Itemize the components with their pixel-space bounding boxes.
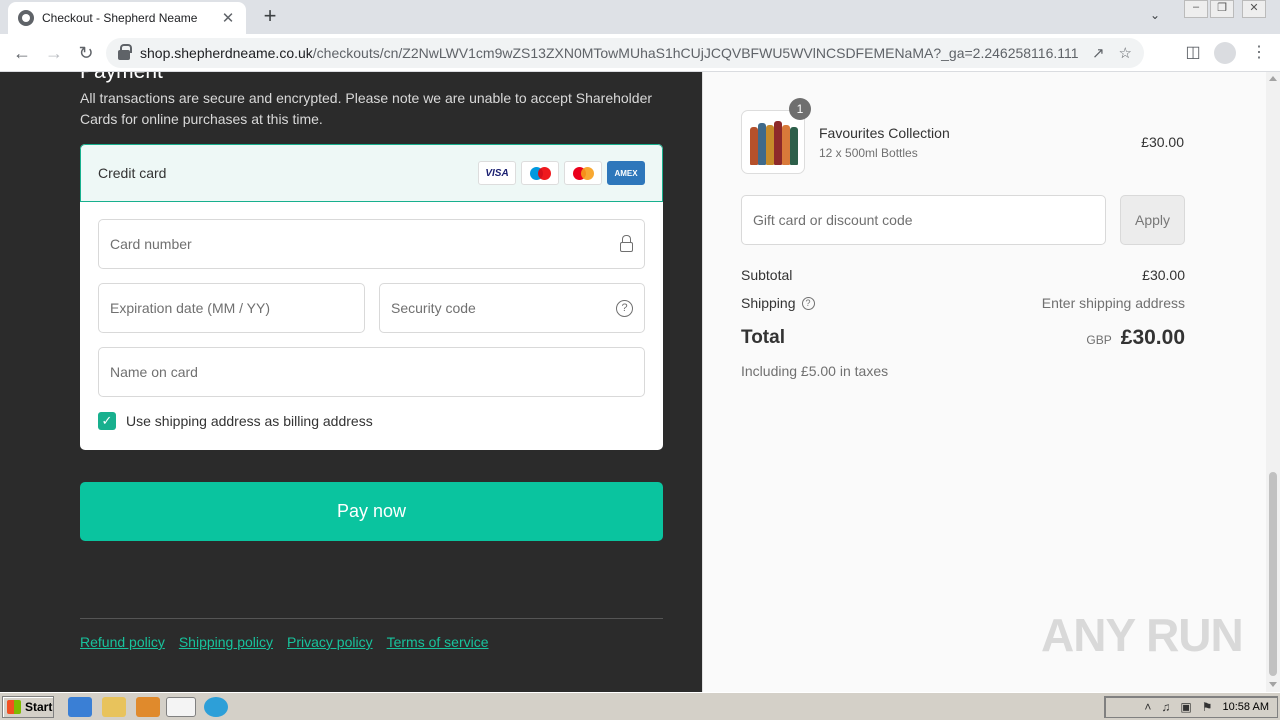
globe-icon (18, 10, 34, 26)
pay-now-button[interactable]: Pay now (80, 482, 663, 541)
name-on-card-field[interactable]: Name on card (98, 347, 645, 397)
refund-policy-link[interactable]: Refund policy (80, 634, 165, 650)
shipping-label-wrap: Shipping ? (741, 295, 815, 311)
subtotal-row: Subtotal £30.00 (741, 267, 1185, 283)
address-bar[interactable]: shop.shepherdneame.co.uk/checkouts/cn/Z2… (106, 38, 1144, 68)
total-label: Total (741, 327, 785, 348)
expiration-placeholder: Expiration date (MM / YY) (110, 300, 271, 316)
security-code-field[interactable]: Security code ? (379, 283, 645, 333)
payment-heading: Payment (80, 72, 163, 84)
forward-icon[interactable]: → (42, 41, 66, 65)
reload-icon[interactable]: ↻ (74, 41, 98, 65)
volume-icon[interactable]: ♫ (1161, 700, 1170, 714)
lock-icon[interactable] (118, 44, 132, 60)
payment-description: All transactions are secure and encrypte… (80, 90, 653, 127)
shipping-policy-link[interactable]: Shipping policy (179, 634, 273, 650)
total-value: £30.00 (1120, 326, 1185, 349)
credit-card-option[interactable]: Credit card VISA AMEX (80, 144, 663, 202)
expiration-date-field[interactable]: Expiration date (MM / YY) (98, 283, 365, 333)
discount-code-input[interactable]: Gift card or discount code (741, 195, 1106, 245)
start-label: Start (25, 700, 53, 714)
side-panel-icon[interactable]: ◫ (1182, 42, 1204, 64)
total-row: Total GBP £30.00 (741, 326, 1185, 350)
billing-address-label[interactable]: Use shipping address as billing address (126, 413, 373, 429)
subtotal-label: Subtotal (741, 267, 793, 283)
media-player-icon[interactable] (136, 697, 160, 717)
billing-address-checkbox-row[interactable]: ✓ Use shipping address as billing addres… (98, 412, 373, 430)
total-currency: GBP (1086, 333, 1112, 347)
subtotal-value: £30.00 (1142, 267, 1185, 283)
credit-card-label: Credit card (98, 165, 167, 181)
file-explorer-icon[interactable] (102, 697, 126, 717)
minimize-icon[interactable]: – (1184, 0, 1208, 18)
footer-divider (80, 618, 663, 619)
restore-icon[interactable]: ❐ (1210, 0, 1234, 18)
quantity-badge: 1 (789, 98, 811, 120)
share-icon[interactable]: ↗ (1092, 44, 1105, 62)
close-tab-icon[interactable]: ✕ (220, 9, 236, 27)
edge-icon[interactable] (204, 697, 228, 717)
shipping-value: Enter shipping address (1041, 295, 1185, 311)
action-center-flag-icon[interactable]: ⚑ (1202, 700, 1213, 714)
privacy-policy-link[interactable]: Privacy policy (287, 634, 373, 650)
tab-checkout[interactable]: Checkout - Shepherd Neame ✕ (8, 2, 246, 34)
start-button[interactable]: Start (2, 696, 54, 718)
lock-icon (620, 235, 633, 252)
security-code-placeholder: Security code (391, 300, 476, 316)
name-on-card-placeholder: Name on card (110, 364, 198, 380)
card-number-field[interactable]: Card number (98, 219, 645, 269)
shipping-row: Shipping ? Enter shipping address (741, 295, 1185, 311)
back-icon[interactable]: ← (10, 41, 34, 65)
page-scrollbar[interactable] (1266, 72, 1280, 692)
order-summary-panel: 1 Favourites Collection 12 x 500ml Bottl… (702, 72, 1266, 692)
windows-logo-icon (7, 700, 21, 714)
url-text[interactable]: shop.shepherdneame.co.uk/checkouts/cn/Z2… (140, 45, 1078, 61)
product-price: £30.00 (1141, 134, 1184, 150)
maestro-icon (521, 161, 559, 185)
network-icon[interactable]: ▣ (1180, 700, 1191, 714)
help-question-icon[interactable]: ? (616, 299, 633, 317)
tab-strip: Checkout - Shepherd Neame ✕ + ⌄ – ❐ ✕ (0, 0, 1280, 34)
payment-panel: Payment All transactions are secure and … (0, 72, 702, 692)
product-name: Favourites Collection (819, 125, 950, 141)
tab-title: Checkout - Shepherd Neame (42, 11, 198, 25)
browser-toolbar: ← → ↻ shop.shepherdneame.co.uk/checkouts… (0, 34, 1280, 72)
shipping-help-icon[interactable]: ? (801, 296, 815, 310)
discount-code-placeholder: Gift card or discount code (753, 212, 913, 228)
billing-address-checkbox[interactable]: ✓ (98, 412, 116, 430)
new-tab-button[interactable]: + (258, 5, 282, 29)
profile-avatar-icon[interactable] (1214, 42, 1236, 64)
taskbar: Start ˄ ♫ ▣ ⚑ 10:58 AM (0, 692, 1280, 720)
scrollbar-thumb[interactable] (1269, 472, 1277, 676)
taxes-note: Including £5.00 in taxes (741, 363, 889, 379)
window-close-icon[interactable]: ✕ (1242, 0, 1266, 18)
product-thumbnail (741, 110, 805, 174)
internet-explorer-icon[interactable] (68, 697, 92, 717)
total-value-wrap: GBP £30.00 (1086, 326, 1185, 350)
terms-of-service-link[interactable]: Terms of service (387, 634, 489, 650)
tray-expand-icon[interactable]: ˄ (1144, 700, 1151, 714)
clock[interactable]: 10:58 AM (1223, 701, 1269, 713)
amex-icon: AMEX (607, 161, 645, 185)
card-number-placeholder: Card number (110, 236, 192, 252)
bookmark-star-icon[interactable]: ☆ (1119, 44, 1132, 62)
menu-kebab-icon[interactable]: ⋮ (1248, 42, 1270, 64)
product-variant: 12 x 500ml Bottles (819, 146, 918, 160)
anyrun-watermark: ANY RUN (1041, 609, 1244, 661)
visa-icon: VISA (478, 161, 516, 185)
shipping-label: Shipping (741, 295, 796, 311)
chrome-taskbar-icon[interactable] (166, 697, 196, 717)
mastercard-icon (564, 161, 602, 185)
apply-discount-button[interactable]: Apply (1120, 195, 1185, 245)
system-tray: ˄ ♫ ▣ ⚑ 10:58 AM (1104, 696, 1278, 718)
tab-search-chevron-icon[interactable]: ⌄ (1150, 8, 1160, 22)
credit-card-section: Credit card VISA AMEX Card number Expira… (80, 144, 663, 450)
footer-links: Refund policy Shipping policy Privacy po… (80, 634, 503, 650)
